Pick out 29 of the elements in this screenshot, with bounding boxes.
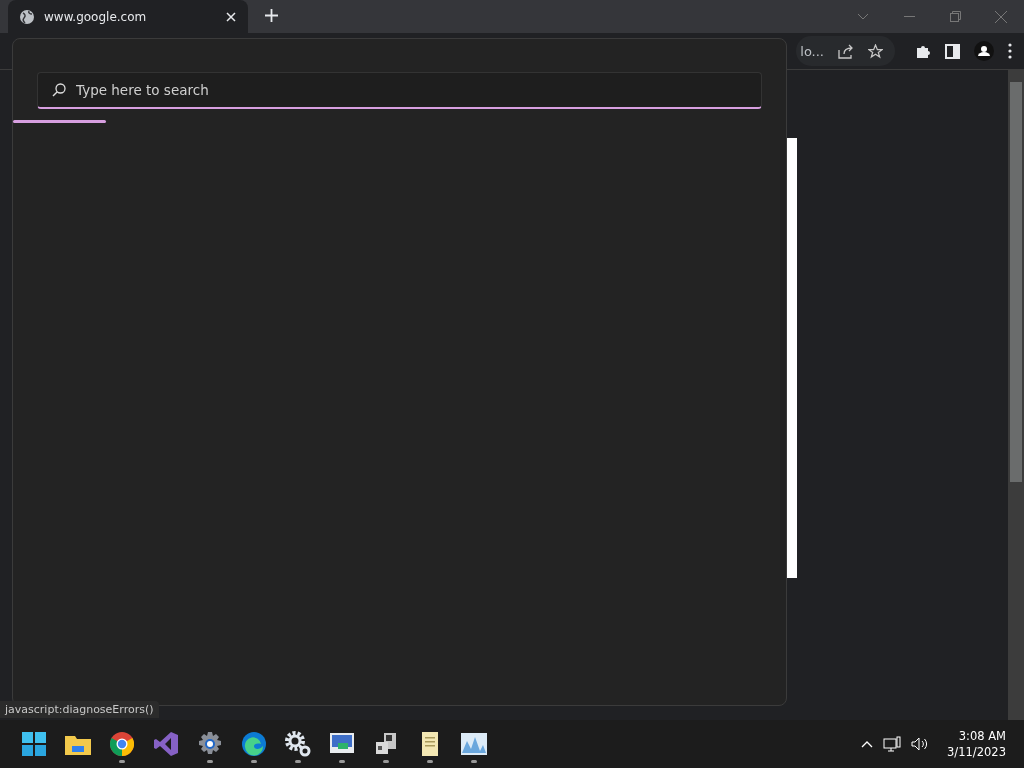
chevron-up-icon[interactable] (861, 740, 874, 748)
puzzle-icon[interactable] (915, 43, 931, 59)
gears-icon[interactable] (285, 731, 311, 757)
folder-icon[interactable] (65, 733, 91, 755)
volume-icon[interactable] (911, 737, 930, 751)
tab-title: www.google.com (44, 9, 148, 24)
globe-icon (20, 9, 34, 24)
avatar-icon[interactable] (974, 41, 994, 61)
server-icon[interactable] (374, 732, 398, 756)
studio-icon[interactable] (154, 732, 178, 756)
gear-icon[interactable] (198, 732, 222, 756)
clock[interactable]: 3:08 AM 3/11/2023 (947, 728, 1006, 760)
address-bar[interactable]: lo... (796, 36, 895, 66)
side-panel-icon[interactable] (945, 43, 960, 59)
scrollbar[interactable] (1008, 70, 1024, 720)
new-tab-icon[interactable] (264, 8, 278, 22)
share-icon[interactable] (838, 43, 854, 59)
more-icon[interactable] (1008, 43, 1012, 59)
star-icon[interactable] (868, 43, 883, 59)
scroll-icon[interactable] (420, 732, 440, 756)
chevron-down-icon[interactable] (857, 13, 869, 20)
windows-logo-icon[interactable] (22, 732, 46, 756)
chrome-icon[interactable] (110, 732, 134, 756)
network-icon[interactable] (883, 736, 902, 752)
browser-tab[interactable]: www.google.com (8, 0, 248, 33)
monitor-icon[interactable] (330, 733, 354, 755)
restore-icon[interactable] (949, 11, 961, 22)
edge-icon[interactable] (242, 732, 266, 756)
search-icon (52, 83, 66, 97)
